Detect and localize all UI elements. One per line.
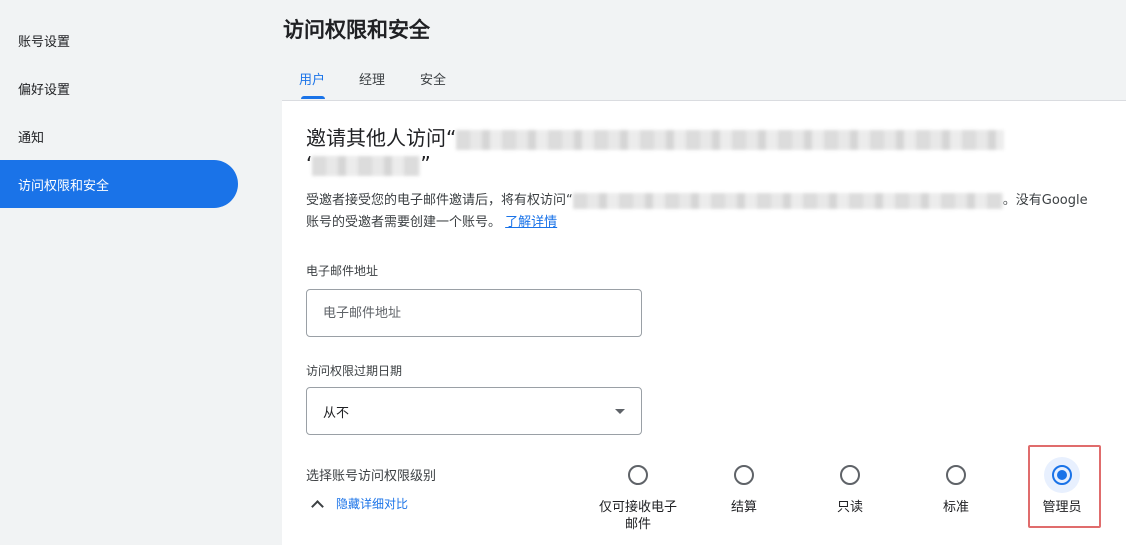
invite-title-continued: ‘” — [306, 151, 431, 177]
learn-more-link[interactable]: 了解详情 — [505, 215, 557, 230]
access-level-label: 选择账号访问权限级别 — [306, 469, 437, 484]
invite-title-prefix: 邀请其他人访问“ — [306, 126, 457, 150]
access-option-label: 管理员 — [1042, 500, 1082, 515]
access-option-standard: 标准 — [906, 457, 1006, 516]
expiry-select[interactable]: 从不 — [306, 387, 642, 435]
email-input[interactable] — [323, 305, 625, 321]
tab-managers[interactable]: 经理 — [351, 58, 393, 100]
sidebar-item-label: 偏好设置 — [18, 82, 71, 98]
radio-button-read-only[interactable] — [832, 457, 868, 493]
access-option-billing: 结算 — [694, 457, 794, 516]
tab-label: 经理 — [358, 73, 385, 88]
invite-title-suffix: ” — [420, 152, 431, 176]
sidebar: 账号设置 偏好设置 通知 访问权限和安全 — [0, 0, 282, 545]
redacted-account-name — [456, 129, 1005, 150]
email-label: 电子邮件地址 — [306, 264, 379, 278]
radio-circle-icon — [734, 465, 754, 485]
sidebar-item-account-settings[interactable]: 账号设置 — [0, 16, 238, 64]
redacted-account-ref — [572, 192, 1003, 209]
tab-label: 安全 — [419, 73, 446, 88]
active-tab-indicator — [301, 96, 325, 99]
chevron-up-icon — [310, 496, 326, 512]
tab-security[interactable]: 安全 — [413, 58, 453, 100]
radio-button-admin[interactable] — [1044, 457, 1080, 493]
radio-button-email-only[interactable] — [620, 457, 656, 493]
radio-circle-icon — [840, 465, 860, 485]
app-root: 账号设置 偏好设置 通知 访问权限和安全 访问权限和安全 用户 经理 安全 邀请… — [0, 0, 1126, 545]
page-title: 访问权限和安全 — [283, 18, 430, 42]
toggle-label: 隐藏详细对比 — [336, 497, 409, 511]
radio-circle-icon — [946, 465, 966, 485]
redacted-account-id — [312, 155, 421, 176]
radio-checked-icon — [1052, 465, 1072, 485]
access-option-label: 标准 — [942, 500, 969, 515]
access-option-email-only: 仅可接收电子邮件 — [588, 457, 688, 533]
access-option-admin: 管理员 — [1012, 457, 1112, 516]
invite-description: 受邀者接受您的电子邮件邀请后，将有权访问“ 。没有Google 账号的受邀者需要创… — [306, 190, 1096, 234]
tab-label: 用户 — [298, 73, 325, 88]
access-option-label: 只读 — [836, 500, 863, 515]
hide-comparison-toggle[interactable]: 隐藏详细对比 — [310, 495, 408, 512]
invite-panel: 邀请其他人访问“ ‘” 受邀者接受您的电子邮件邀请后，将有权访问“ 。没有Goog… — [282, 101, 1126, 545]
access-option-read-only: 只读 — [800, 457, 900, 516]
description-prefix: 受邀者接受您的电子邮件邀请后，将有权访问“ — [306, 193, 573, 208]
radio-button-billing[interactable] — [726, 457, 762, 493]
email-field-container — [306, 289, 642, 337]
sidebar-item-label: 账号设置 — [18, 34, 71, 50]
expiry-label: 访问权限过期日期 — [306, 364, 403, 378]
expiry-selected-value: 从不 — [323, 405, 350, 421]
sidebar-item-access-security[interactable]: 访问权限和安全 — [0, 160, 238, 208]
access-option-label: 仅可接收电子邮件 — [598, 500, 677, 532]
tab-users[interactable]: 用户 — [291, 58, 333, 100]
radio-button-standard[interactable] — [938, 457, 974, 493]
sidebar-item-notifications[interactable]: 通知 — [0, 112, 238, 160]
invite-title: 邀请其他人访问“ — [306, 125, 1005, 151]
access-option-label: 结算 — [730, 500, 757, 515]
sidebar-item-label: 访问权限和安全 — [18, 178, 110, 194]
dropdown-arrow-icon — [615, 408, 625, 414]
sidebar-item-preferences[interactable]: 偏好设置 — [0, 64, 238, 112]
sidebar-item-label: 通知 — [18, 130, 45, 146]
radio-circle-icon — [628, 465, 648, 485]
